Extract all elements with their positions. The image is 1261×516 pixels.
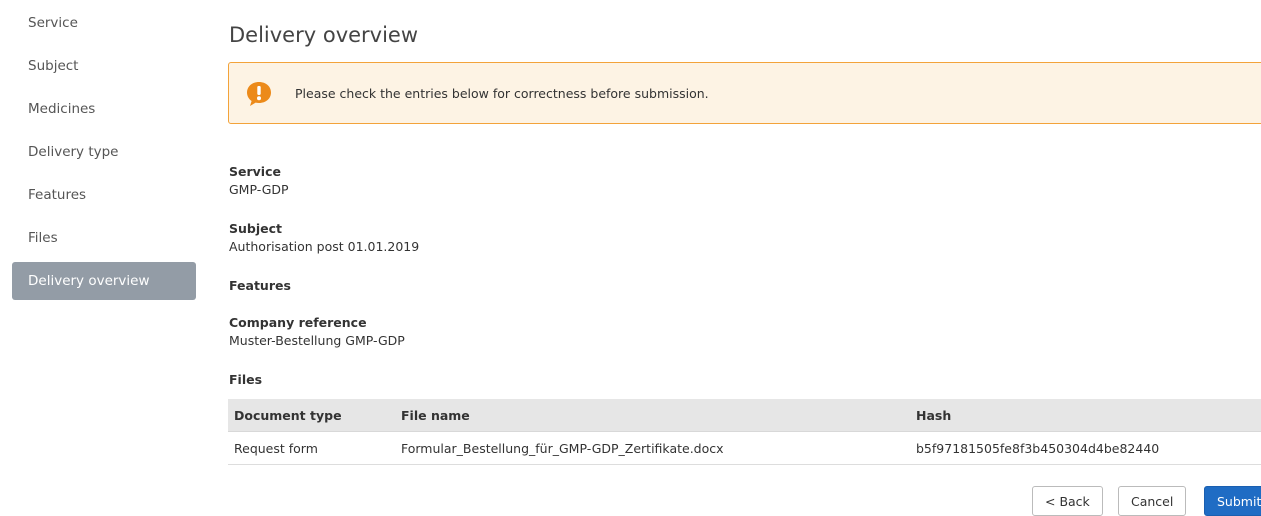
column-header-file-name: File name — [395, 399, 910, 432]
table-header-row: Document type File name Hash — [228, 399, 1261, 432]
cell-file-name: Formular_Bestellung_für_GMP-GDP_Zertifik… — [395, 431, 910, 465]
column-header-document-type: Document type — [228, 399, 395, 432]
page-title: Delivery overview — [229, 23, 419, 47]
cell-hash: b5f97181505fe8f3b450304d4be82440 — [910, 431, 1261, 465]
service-field: Service GMP-GDP — [229, 164, 289, 198]
service-value: GMP-GDP — [229, 182, 289, 197]
column-header-hash: Hash — [910, 399, 1261, 432]
sidebar-item-medicines[interactable]: Medicines — [12, 90, 196, 128]
sidebar-item-delivery-overview[interactable]: Delivery overview — [12, 262, 196, 300]
files-field: Files — [229, 372, 262, 388]
files-table: Document type File name Hash Request for… — [228, 399, 1261, 465]
sidebar-item-service[interactable]: Service — [12, 4, 196, 42]
warning-alert: Please check the entries below for corre… — [228, 62, 1261, 124]
sidebar-nav: Service Subject Medicines Delivery type … — [12, 0, 196, 305]
subject-value: Authorisation post 01.01.2019 — [229, 239, 420, 254]
back-button[interactable]: < Back — [1032, 486, 1103, 516]
sidebar-item-features[interactable]: Features — [12, 176, 196, 214]
subject-label: Subject — [229, 221, 282, 236]
cancel-button[interactable]: Cancel — [1118, 486, 1187, 516]
sidebar-item-files[interactable]: Files — [12, 219, 196, 257]
company-reference-field: Company reference Muster-Bestellung GMP-… — [229, 315, 405, 349]
exclamation-bubble-icon — [247, 82, 271, 106]
files-label: Files — [229, 372, 263, 387]
submit-button[interactable]: Submit — [1204, 486, 1261, 516]
alert-message: Please check the entries below for corre… — [295, 86, 709, 101]
features-field: Features — [229, 278, 291, 294]
sidebar-item-subject[interactable]: Subject — [12, 47, 196, 85]
table-row: Request form Formular_Bestellung_für_GMP… — [228, 431, 1261, 465]
company-reference-label: Company reference — [229, 315, 367, 330]
features-label: Features — [229, 278, 291, 293]
subject-field: Subject Authorisation post 01.01.2019 — [229, 221, 419, 255]
service-label: Service — [229, 164, 281, 179]
cell-document-type: Request form — [228, 431, 395, 465]
company-reference-value: Muster-Bestellung GMP-GDP — [229, 333, 405, 348]
sidebar-item-delivery-type[interactable]: Delivery type — [12, 133, 196, 171]
